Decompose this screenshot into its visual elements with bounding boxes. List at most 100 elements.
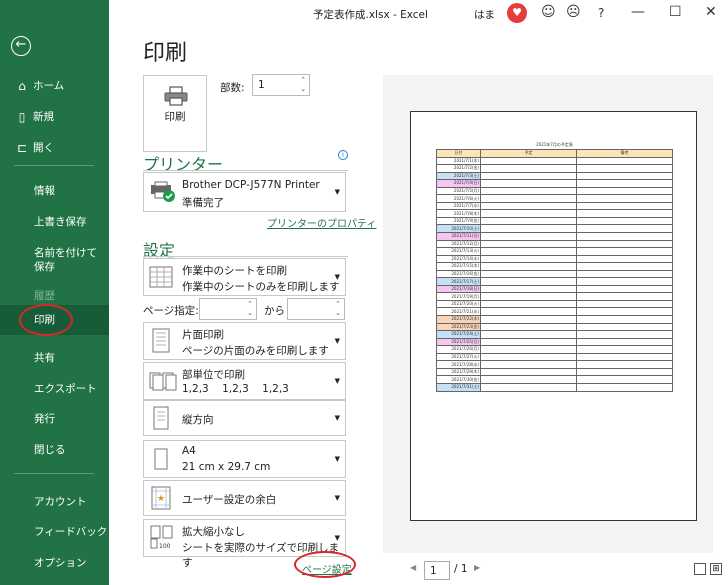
help-icon[interactable]: ?	[598, 6, 604, 20]
paper-size-title: A4	[182, 445, 196, 457]
pages-to-spinner[interactable]: ⌃ ⌄	[287, 298, 345, 320]
sidebar-item-export[interactable]: エクスポート	[0, 374, 109, 404]
print-what-dropdown[interactable]: 作業中のシートを印刷 作業中のシートのみを印刷します ▼	[143, 258, 346, 296]
sidebar-item-options[interactable]: オプション	[0, 548, 109, 578]
table-row: 2021/7/8(木)	[436, 209, 673, 218]
sidebar-item-save-as[interactable]: 名前を付けて保存	[0, 238, 109, 278]
sidebar-item-account[interactable]: アカウント	[0, 487, 109, 517]
spin-down-icon[interactable]: ⌄	[335, 309, 341, 317]
printer-dropdown[interactable]: Brother DCP-J577N Printer 準備完了 ▼	[143, 172, 346, 212]
table-row: 2021/7/9(金)	[436, 216, 673, 226]
smile-icon[interactable]: ☺	[541, 4, 556, 20]
pages-to-label: から	[264, 305, 285, 317]
date-cell: 2021/7/25(日)	[436, 337, 481, 347]
table-row: 2021/7/7(水)	[436, 201, 673, 211]
prev-page-icon[interactable]: ◀	[410, 563, 416, 572]
sidebar-item-label: 新規	[33, 111, 54, 123]
pages-label: ページ指定:	[143, 305, 199, 317]
spin-up-icon[interactable]: ⌃	[247, 300, 253, 308]
date-cell: 2021/7/29(木)	[436, 367, 481, 377]
plan-cell	[480, 337, 577, 347]
sidebar-item-new[interactable]: ▯ 新規	[0, 102, 109, 132]
close-icon[interactable]: ✕	[705, 4, 717, 20]
date-cell: 2021/7/12(月)	[436, 239, 481, 249]
table-row: 2021/7/12(月)	[436, 239, 673, 249]
header-cell: 備考	[576, 149, 673, 158]
plan-cell	[480, 262, 577, 271]
table-row: 2021/7/18(日)	[436, 284, 673, 294]
plan-cell	[480, 360, 577, 369]
margins-title: ユーザー設定の余白	[182, 494, 277, 506]
maximize-icon[interactable]: ☐	[669, 4, 682, 20]
plan-cell	[480, 216, 577, 226]
chevron-down-icon: ▼	[334, 534, 340, 542]
printer-ready-icon	[151, 181, 175, 202]
date-cell: 2021/7/30(金)	[436, 375, 481, 384]
table-row: 2021/7/1(木)	[436, 156, 673, 166]
info-icon[interactable]: i	[338, 150, 348, 160]
note-cell	[576, 209, 673, 218]
chevron-down-icon: ▼	[334, 494, 340, 502]
sidebar-item-publish[interactable]: 発行	[0, 404, 109, 434]
date-cell: 2021/7/27(火)	[436, 352, 481, 362]
header-cell: 日付	[436, 149, 481, 158]
paper-icon	[154, 448, 168, 470]
paper-size-dropdown[interactable]: A4 21 cm x 29.7 cm ▼	[143, 440, 346, 478]
print-button[interactable]: 印刷	[143, 75, 207, 152]
spin-up-icon[interactable]: ⌃	[300, 76, 306, 84]
note-cell	[576, 201, 673, 211]
zoom-to-page-icon[interactable]: ⊞	[710, 563, 722, 575]
margins-dropdown[interactable]: ★ ユーザー設定の余白 ▼	[143, 480, 346, 516]
page-number-input[interactable]: 1	[424, 561, 450, 580]
collate-dropdown[interactable]: 部単位で印刷 1,2,3 1,2,3 1,2,3 ▼	[143, 362, 346, 400]
plan-cell	[480, 186, 577, 196]
date-cell: 2021/7/5(月)	[436, 186, 481, 196]
frown-icon[interactable]: ☹	[566, 4, 581, 20]
sidebar-item-feedback[interactable]: フィードバック	[0, 517, 109, 547]
sidebar-item-close[interactable]: 閉じる	[0, 435, 109, 465]
chevron-down-icon: ▼	[334, 414, 340, 422]
spin-down-icon[interactable]: ⌄	[300, 85, 306, 93]
sidebar-item-save[interactable]: 上書き保存	[0, 207, 109, 237]
minimize-icon[interactable]: —	[631, 4, 645, 20]
date-cell: 2021/7/24(土)	[436, 330, 481, 339]
table-row: 2021/7/28(水)	[436, 360, 673, 369]
note-cell	[576, 156, 673, 166]
scaling-title: 拡大縮小なし	[182, 526, 245, 538]
table-row: 2021/7/16(金)	[436, 269, 673, 279]
back-arrow-icon[interactable]: ←	[11, 36, 31, 56]
sidebar-item-home[interactable]: ⌂ ホーム	[0, 71, 109, 101]
note-cell	[576, 247, 673, 256]
show-margins-icon[interactable]	[694, 563, 706, 575]
note-cell	[576, 277, 673, 286]
note-cell	[576, 269, 673, 279]
plan-cell	[480, 307, 577, 317]
printer-properties-link[interactable]: プリンターのプロパティ	[267, 215, 376, 230]
sidebar-item-label: ホーム	[33, 80, 65, 92]
copies-spinner[interactable]: 1 ⌃ ⌄	[252, 74, 310, 96]
spin-up-icon[interactable]: ⌃	[335, 300, 341, 308]
sidebar-item-label: 共有	[34, 352, 55, 364]
avatar[interactable]: ♥	[507, 3, 527, 23]
pages-from-spinner[interactable]: ⌃ ⌄	[199, 298, 257, 320]
sidebar-item-info[interactable]: 情報	[0, 176, 109, 206]
sidebar-item-label: エクスポート	[34, 383, 97, 395]
date-cell: 2021/7/7(水)	[436, 201, 481, 211]
orientation-dropdown[interactable]: 縦方向 ▼	[143, 400, 346, 436]
plan-cell	[480, 254, 577, 264]
table-row: 2021/7/24(土)	[436, 330, 673, 339]
plan-cell	[480, 284, 577, 294]
sides-dropdown[interactable]: 片面印刷 ページの片面のみを印刷します ▼	[143, 322, 346, 360]
user-name[interactable]: はま	[474, 7, 495, 22]
date-cell: 2021/7/13(火)	[436, 247, 481, 256]
note-cell	[576, 292, 673, 301]
table-row: 2021/7/25(日)	[436, 337, 673, 347]
note-cell	[576, 382, 673, 392]
sidebar-item-share[interactable]: 共有	[0, 343, 109, 373]
next-page-icon[interactable]: ▶	[474, 563, 480, 572]
sidebar-item-label: 名前を付けて保存	[34, 247, 97, 273]
table-row: 2021/7/26(月)	[436, 345, 673, 354]
spin-down-icon[interactable]: ⌄	[247, 309, 253, 317]
sidebar-item-open[interactable]: ⊏ 開く	[0, 133, 109, 163]
collate-icon	[149, 372, 177, 391]
